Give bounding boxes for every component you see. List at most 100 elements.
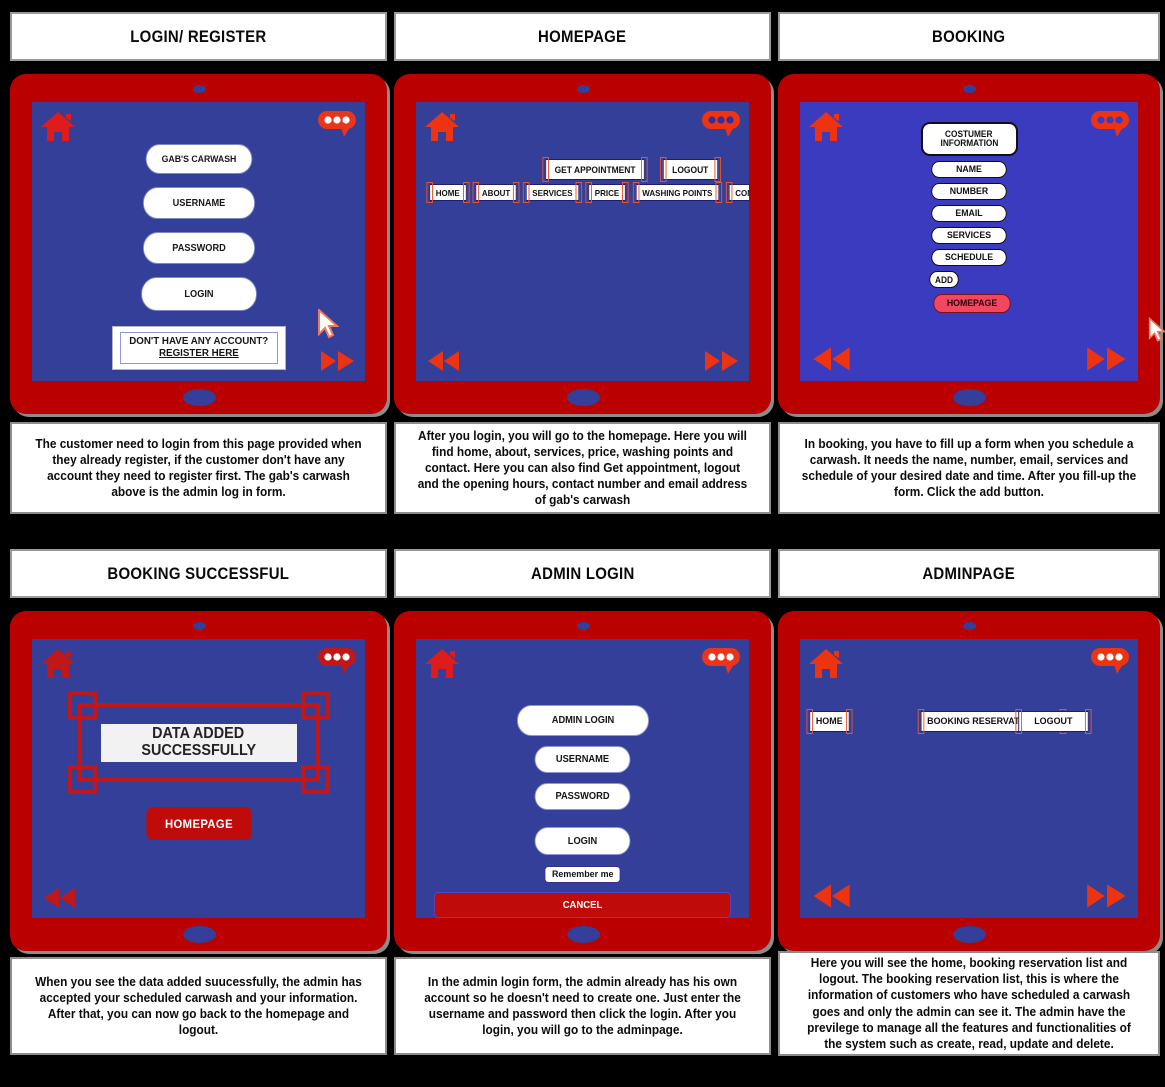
username-input[interactable]: USERNAME xyxy=(142,187,255,219)
nav-item-services[interactable]: SERVICES xyxy=(522,182,582,203)
fast-forward-icon[interactable] xyxy=(321,349,355,373)
success-message-plate: DATA ADDED SUCCESSFULLY xyxy=(100,723,297,762)
register-here-link[interactable]: REGISTER HERE xyxy=(159,347,239,360)
house-icon[interactable] xyxy=(424,647,460,679)
tablet-frame: GAB'S CARWASH USERNAME PASSWORD LOGIN DO… xyxy=(10,74,387,414)
tablet-frame: HOME BOOKING RESERVATION LIST LOGOUT xyxy=(778,611,1160,951)
homepage-button[interactable]: HOMEPAGE xyxy=(933,294,1011,313)
login-button[interactable]: LOGIN xyxy=(140,277,257,311)
panel-title-card: BOOKING xyxy=(778,12,1160,61)
fast-forward-icon[interactable] xyxy=(1086,345,1128,373)
tablet-home-button[interactable] xyxy=(566,389,600,406)
rewind-icon[interactable] xyxy=(42,886,76,910)
fast-forward-icon[interactable] xyxy=(1086,882,1128,910)
tablet-screen: GET APPOINTMENT LOGOUT HOME ABOUT SERVIC… xyxy=(416,102,749,381)
house-icon[interactable] xyxy=(40,647,76,679)
camera-dot xyxy=(963,85,976,93)
caption-text: When you see the data added suucessfully… xyxy=(35,974,362,1038)
panel-title-card: ADMINPAGE xyxy=(778,549,1160,598)
admin-login-heading: ADMIN LOGIN xyxy=(516,705,649,736)
wireframe-board: LOGIN/ REGISTER GAB'S CARWASH USERNAME P… xyxy=(0,0,1165,1087)
adminpage-nav: HOME BOOKING RESERVATION LIST LOGOUT xyxy=(800,709,1138,735)
username-input[interactable]: USERNAME xyxy=(534,746,631,773)
register-prompt-box: DON'T HAVE ANY ACCOUNT? REGISTER HERE xyxy=(111,326,286,370)
login-button[interactable]: LOGIN xyxy=(534,827,631,855)
mouse-cursor-icon xyxy=(318,309,339,339)
schedule-field[interactable]: SCHEDULE xyxy=(931,249,1007,266)
mouse-cursor-icon-edge xyxy=(1148,316,1165,342)
chat-bubble-icon[interactable] xyxy=(317,110,357,138)
chat-bubble-icon[interactable] xyxy=(701,647,741,675)
panel-title-card: HOMEPAGE xyxy=(394,12,771,61)
email-field[interactable]: EMAIL xyxy=(931,205,1007,222)
nav-item-logout[interactable]: LOGOUT xyxy=(1015,709,1091,734)
camera-dot xyxy=(192,85,206,93)
add-button[interactable]: ADD xyxy=(929,271,959,288)
corner-bracket-bottom-left xyxy=(67,765,97,794)
tablet-home-button[interactable] xyxy=(182,926,216,943)
panel-title-card: ADMIN LOGIN xyxy=(394,549,771,598)
rewind-icon[interactable] xyxy=(810,882,852,910)
register-prompt-inner[interactable]: DON'T HAVE ANY ACCOUNT? REGISTER HERE xyxy=(119,332,278,364)
tablet-home-button[interactable] xyxy=(953,926,986,943)
tablet-frame: ADMIN LOGIN USERNAME PASSWORD LOGIN Reme… xyxy=(394,611,771,951)
booking-form: COSTUMER INFORMATION NAME NUMBER EMAIL S… xyxy=(800,122,1138,313)
tablet-screen: HOME BOOKING RESERVATION LIST LOGOUT xyxy=(800,639,1138,918)
caption-text: In booking, you have to fill up a form w… xyxy=(801,436,1137,500)
nav-item-home[interactable]: HOME xyxy=(426,182,469,203)
corner-bracket-bottom-right xyxy=(300,765,330,794)
remember-me-checkbox[interactable]: Remember me xyxy=(544,866,621,883)
success-area: DATA ADDED SUCCESSFULLY HOMEPAGE xyxy=(32,691,365,840)
heading-line-2: INFORMATION xyxy=(940,138,998,148)
caption-text: In the admin login form, the admin alrea… xyxy=(424,974,741,1038)
panel-caption: When you see the data added suucessfully… xyxy=(10,957,387,1055)
corner-bracket-top-left xyxy=(67,691,97,720)
fast-forward-icon[interactable] xyxy=(705,349,739,373)
services-field[interactable]: SERVICES xyxy=(931,227,1007,244)
password-input[interactable]: PASSWORD xyxy=(534,783,631,810)
camera-dot xyxy=(576,622,590,630)
tablet-home-button[interactable] xyxy=(566,926,600,943)
page-title: BOOKING xyxy=(932,26,1006,46)
nav-item-about[interactable]: ABOUT xyxy=(471,182,520,203)
house-icon[interactable] xyxy=(808,647,844,679)
caption-text: After you login, you will go to the home… xyxy=(417,428,748,508)
page-title: ADMIN LOGIN xyxy=(530,563,635,583)
cancel-button[interactable]: CANCEL xyxy=(433,892,732,918)
caption-text: Here you will see the home, booking rese… xyxy=(807,956,1131,1051)
tablet-home-button[interactable] xyxy=(953,389,986,406)
chat-bubble-icon[interactable] xyxy=(701,110,741,138)
homepage-button[interactable]: HOMEPAGE xyxy=(145,807,252,840)
customer-information-heading: COSTUMER INFORMATION xyxy=(920,122,1018,156)
nav-item-contact[interactable]: CONTACT xyxy=(726,182,749,203)
rewind-icon[interactable] xyxy=(810,345,852,373)
panel-title-card: BOOKING SUCCESSFUL xyxy=(10,549,387,598)
panel-caption: Here you will see the home, booking rese… xyxy=(778,951,1160,1056)
tablet-home-button[interactable] xyxy=(182,389,216,406)
admin-login-form: ADMIN LOGIN USERNAME PASSWORD LOGIN Reme… xyxy=(416,705,749,883)
name-field[interactable]: NAME xyxy=(931,161,1007,178)
page-title: HOMEPAGE xyxy=(538,26,627,46)
chat-bubble-icon[interactable] xyxy=(1090,647,1130,675)
number-field[interactable]: NUMBER xyxy=(931,183,1007,200)
tablet-screen: COSTUMER INFORMATION NAME NUMBER EMAIL S… xyxy=(800,102,1138,381)
success-banner: DATA ADDED SUCCESSFULLY xyxy=(67,691,330,794)
nav-item-washing-points[interactable]: WASHING POINTS xyxy=(632,182,721,203)
panel-caption: The customer need to login from this pag… xyxy=(10,422,387,514)
chat-bubble-icon[interactable] xyxy=(317,647,357,675)
logout-button[interactable]: LOGOUT xyxy=(659,157,720,182)
success-line-2: SUCCESSFULLY xyxy=(141,741,256,759)
tablet-screen: ADMIN LOGIN USERNAME PASSWORD LOGIN Reme… xyxy=(416,639,749,918)
camera-dot xyxy=(963,622,976,630)
rewind-icon[interactable] xyxy=(426,349,460,373)
house-icon[interactable] xyxy=(40,110,76,142)
page-title: ADMINPAGE xyxy=(922,563,1016,583)
get-appointment-button[interactable]: GET APPOINTMENT xyxy=(542,157,648,182)
tablet-screen: GAB'S CARWASH USERNAME PASSWORD LOGIN DO… xyxy=(32,102,365,381)
homepage-nav: HOME ABOUT SERVICES PRICE WASHING POINTS… xyxy=(426,182,749,203)
password-input[interactable]: PASSWORD xyxy=(142,232,255,264)
nav-item-price[interactable]: PRICE xyxy=(584,182,629,203)
nav-item-home[interactable]: HOME xyxy=(806,709,852,734)
house-icon[interactable] xyxy=(424,110,460,142)
success-line-1: DATA ADDED xyxy=(152,724,245,742)
